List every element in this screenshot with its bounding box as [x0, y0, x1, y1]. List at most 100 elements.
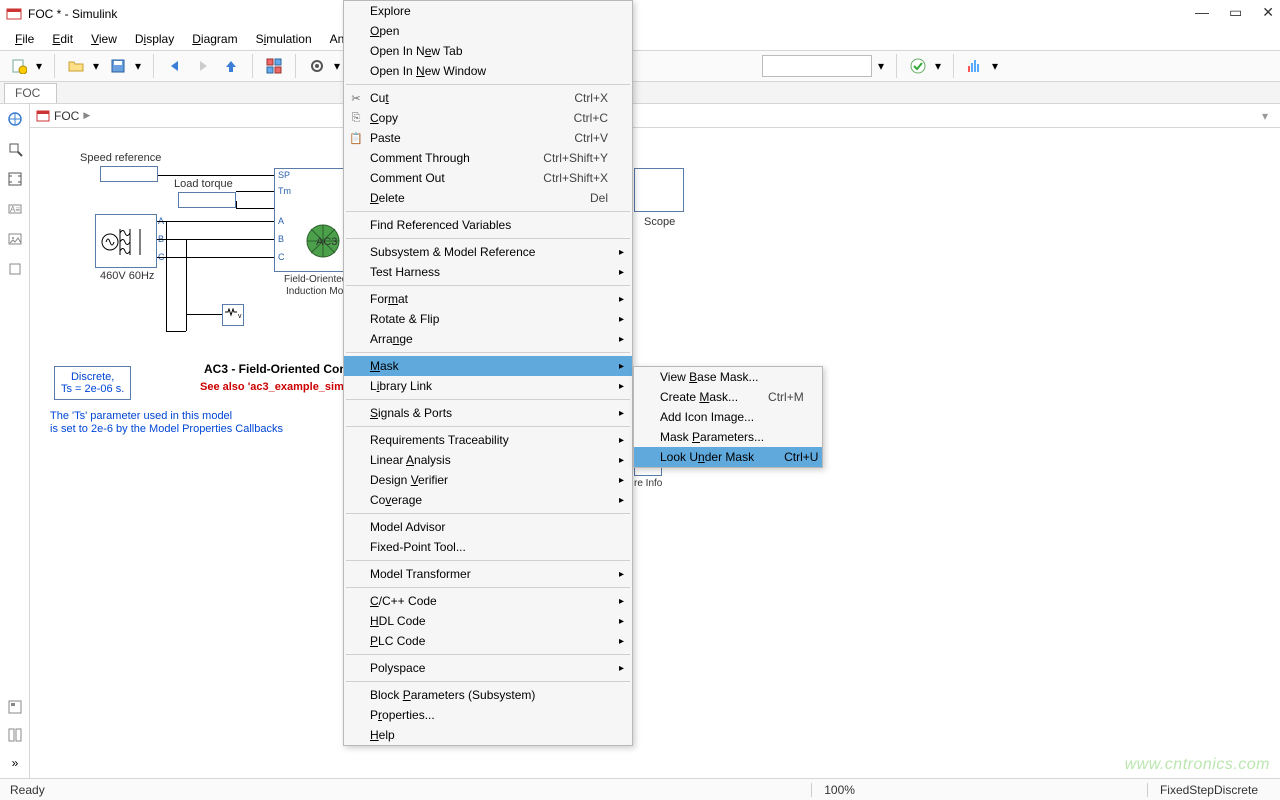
menu-item-look-under-mask[interactable]: Look Under MaskCtrl+U [634, 447, 822, 467]
settings-button[interactable] [306, 55, 328, 77]
dropdown-icon[interactable]: ▾ [135, 59, 143, 73]
up-button[interactable] [220, 55, 242, 77]
dropdown-icon[interactable]: ▾ [878, 59, 886, 73]
context-submenu-mask[interactable]: View Base Mask...Create Mask...Ctrl+MAdd… [633, 366, 823, 468]
check-button[interactable] [907, 55, 929, 77]
dropdown-icon[interactable]: ▾ [334, 59, 342, 73]
properties-icon[interactable] [6, 726, 24, 744]
expand-icon[interactable]: » [6, 754, 24, 772]
close-button[interactable]: ✕ [1262, 4, 1274, 21]
menu-item-subsystem-model-reference[interactable]: Subsystem & Model Reference▸ [344, 242, 632, 262]
open-button[interactable] [65, 55, 87, 77]
maximize-button[interactable]: ▭ [1229, 4, 1242, 21]
menubar: FileEditViewDisplayDiagramSimulationAnal… [0, 28, 1280, 50]
chevron-right-icon: ▶ [83, 110, 90, 121]
menu-item-design-verifier[interactable]: Design Verifier▸ [344, 470, 632, 490]
menu-item-signals-ports[interactable]: Signals & Ports▸ [344, 403, 632, 423]
menu-item-mask[interactable]: Mask▸ [344, 356, 632, 376]
menu-item-format[interactable]: Format▸ [344, 289, 632, 309]
menu-item-cut[interactable]: ✂CutCtrl+X [344, 88, 632, 108]
menu-item-add-icon-image-[interactable]: Add Icon Image... [634, 407, 822, 427]
menu-file[interactable]: File [6, 29, 43, 49]
status-zoom[interactable]: 100% [811, 783, 867, 797]
nav-home-icon[interactable] [6, 110, 24, 128]
ac3-label: AC3 [316, 236, 337, 248]
drive-label-2: Induction Moto [286, 286, 352, 297]
menu-item-model-advisor[interactable]: Model Advisor [344, 517, 632, 537]
record-button[interactable] [964, 55, 986, 77]
menu-item-hdl-code[interactable]: HDL Code▸ [344, 611, 632, 631]
menu-item-create-mask-[interactable]: Create Mask...Ctrl+M [634, 387, 822, 407]
foc-drive-block[interactable] [274, 168, 348, 272]
zoom-in-icon[interactable] [6, 140, 24, 158]
voltage-meter-block[interactable]: v [222, 304, 244, 326]
menu-item-help[interactable]: Help [344, 725, 632, 745]
menu-view[interactable]: View [82, 29, 126, 49]
load-torque-block[interactable] [178, 192, 236, 208]
menu-item-properties-[interactable]: Properties... [344, 705, 632, 725]
speed-ref-block[interactable] [100, 166, 158, 182]
fit-view-icon[interactable] [6, 170, 24, 188]
menu-item-find-referenced-variables[interactable]: Find Referenced Variables [344, 215, 632, 235]
menu-item-mask-parameters-[interactable]: Mask Parameters... [634, 427, 822, 447]
menu-display[interactable]: Display [126, 29, 183, 49]
status-solver[interactable]: FixedStepDiscrete [1147, 783, 1270, 797]
context-menu[interactable]: ExploreOpenOpen In New TabOpen In New Wi… [343, 0, 633, 746]
source-label: 460V 60Hz [100, 270, 154, 282]
menu-item-explore[interactable]: Explore [344, 1, 632, 21]
menu-item-polyspace[interactable]: Polyspace▸ [344, 658, 632, 678]
menu-item-model-transformer[interactable]: Model Transformer▸ [344, 564, 632, 584]
dropdown-icon[interactable]: ▾ [935, 59, 943, 73]
menu-item-c-c-code[interactable]: C/C++ Code▸ [344, 591, 632, 611]
new-model-button[interactable] [8, 55, 30, 77]
watermark: www.cntronics.com [1125, 756, 1270, 774]
tab-foc[interactable]: FOC [4, 83, 57, 103]
library-browser-button[interactable] [263, 55, 285, 77]
menu-diagram[interactable]: Diagram [183, 29, 246, 49]
menu-item-requirements-traceability[interactable]: Requirements Traceability▸ [344, 430, 632, 450]
menu-item-test-harness[interactable]: Test Harness▸ [344, 262, 632, 282]
menu-item-coverage[interactable]: Coverage▸ [344, 490, 632, 510]
dropdown-icon[interactable]: ▾ [992, 59, 1000, 73]
scope-label: Scope [644, 216, 675, 228]
statusbar: Ready 100% FixedStepDiscrete [0, 778, 1280, 800]
image-icon[interactable] [6, 230, 24, 248]
dropdown-icon[interactable]: ▾ [36, 59, 44, 73]
menu-item-rotate-flip[interactable]: Rotate & Flip▸ [344, 309, 632, 329]
menu-item-linear-analysis[interactable]: Linear Analysis▸ [344, 450, 632, 470]
save-button[interactable] [107, 55, 129, 77]
menu-item-view-base-mask-[interactable]: View Base Mask... [634, 367, 822, 387]
menu-item-comment-out[interactable]: Comment OutCtrl+Shift+X [344, 168, 632, 188]
menu-simulation[interactable]: Simulation [247, 29, 321, 49]
menu-item-fixed-point-tool-[interactable]: Fixed-Point Tool... [344, 537, 632, 557]
menu-item-arrange[interactable]: Arrange▸ [344, 329, 632, 349]
menu-item-paste[interactable]: 📋PasteCtrl+V [344, 128, 632, 148]
minimize-button[interactable]: — [1195, 4, 1209, 21]
menu-item-block-parameters-subsystem-[interactable]: Block Parameters (Subsystem) [344, 685, 632, 705]
menu-item-delete[interactable]: DeleteDel [344, 188, 632, 208]
dropdown-icon[interactable]: ▾ [93, 59, 101, 73]
back-button[interactable] [164, 55, 186, 77]
model-icon [36, 109, 50, 123]
forward-button[interactable] [192, 55, 214, 77]
source-block[interactable] [95, 214, 157, 268]
annotation-icon[interactable]: A≡ [6, 200, 24, 218]
discrete-annotation[interactable]: Discrete, Ts = 2e-06 s. [54, 366, 131, 400]
breadcrumb-model[interactable]: FOC [54, 109, 79, 123]
info-label: re Info [634, 478, 662, 489]
menu-item-open-in-new-tab[interactable]: Open In New Tab [344, 41, 632, 61]
menu-item-library-link[interactable]: Library Link▸ [344, 376, 632, 396]
menu-item-copy[interactable]: ⎘CopyCtrl+C [344, 108, 632, 128]
menu-item-comment-through[interactable]: Comment ThroughCtrl+Shift+Y [344, 148, 632, 168]
menu-item-open-in-new-window[interactable]: Open In New Window [344, 61, 632, 81]
block-icon[interactable] [6, 260, 24, 278]
stop-time-combo[interactable] [762, 55, 872, 77]
menu-item-plc-code[interactable]: PLC Code▸ [344, 631, 632, 651]
port-a2: A [278, 216, 284, 226]
load-torque-label: Load torque [174, 178, 233, 190]
model-browser-icon[interactable] [6, 698, 24, 716]
menu-edit[interactable]: Edit [43, 29, 82, 49]
dropdown-icon[interactable]: ▾ [1262, 109, 1274, 123]
scope-block[interactable] [634, 168, 684, 212]
menu-item-open[interactable]: Open [344, 21, 632, 41]
